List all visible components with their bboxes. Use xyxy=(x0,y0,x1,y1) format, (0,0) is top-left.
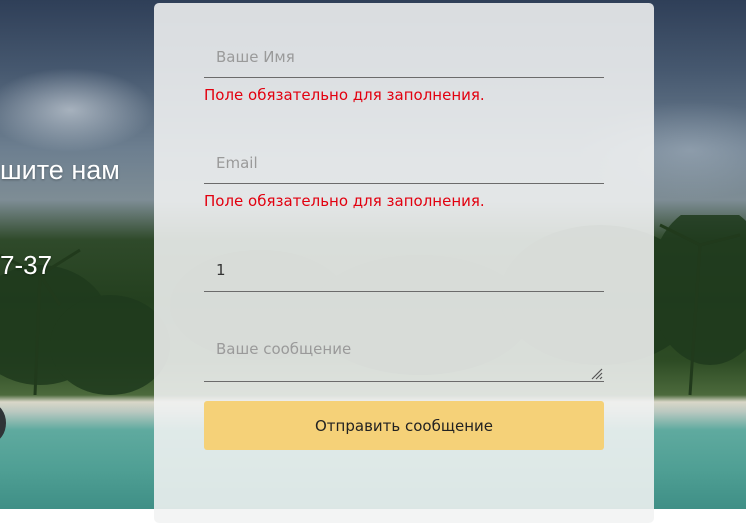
name-field xyxy=(204,36,604,78)
background-phone-fragment: 7-37 xyxy=(0,250,53,280)
email-error-message: Поле обязательно для заполнения. xyxy=(204,192,485,210)
message-textarea[interactable] xyxy=(204,330,604,381)
background-heading-fragment: шите нам xyxy=(0,155,120,185)
phone-field xyxy=(204,248,604,292)
submit-button[interactable]: Отправить сообщение xyxy=(204,401,604,450)
message-field xyxy=(204,330,604,382)
email-input[interactable] xyxy=(204,142,604,183)
resize-handle-icon[interactable] xyxy=(590,367,603,380)
name-input[interactable] xyxy=(204,36,604,77)
phone-input[interactable] xyxy=(204,248,604,291)
email-field xyxy=(204,142,604,184)
name-error-message: Поле обязательно для заполнения. xyxy=(204,86,485,104)
